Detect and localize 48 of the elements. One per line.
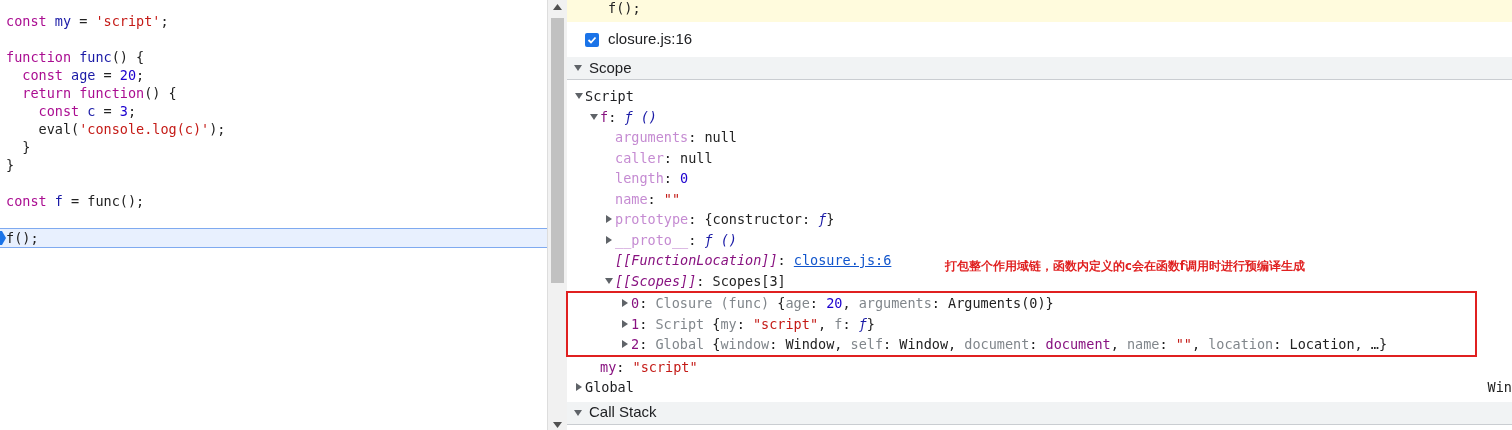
property-text: length: 0: [615, 169, 689, 189]
scope-value: Win: [1487, 378, 1512, 398]
expand-icon[interactable]: [575, 383, 583, 392]
property-text: [[Scopes]]: Scopes[3]: [615, 271, 786, 291]
code-line: const f = func();: [5, 192, 146, 210]
checkmark-icon: [587, 34, 597, 45]
property-text: [[FunctionLocation]]: closure.js:6: [615, 251, 892, 271]
code-line: const my = 'script';: [5, 12, 170, 30]
section-header[interactable]: Call Stack: [567, 401, 1512, 425]
breakpoint-checkbox[interactable]: [585, 32, 599, 47]
scrollbar-thumb[interactable]: [551, 18, 564, 283]
property-text: prototype: {constructor: ƒ}: [615, 210, 835, 230]
expand-icon[interactable]: [605, 235, 613, 244]
collapse-icon[interactable]: [575, 92, 583, 101]
property-text: 0: Closure (func) {age: 20, arguments: Arguments(0)}: [631, 294, 1054, 314]
code-line: const age = 20;: [21, 66, 146, 84]
scroll-up-icon[interactable]: [553, 4, 562, 10]
code-line: const c = 3;: [37, 102, 138, 120]
scroll-down-icon[interactable]: [553, 422, 562, 428]
code-line: }: [21, 138, 32, 156]
annotation-text: 打包整个作用域链，函数内定义的c会在函数f调用时进行预编译生成: [945, 258, 1305, 275]
expand-icon[interactable]: [605, 215, 613, 224]
code-line: eval('console.log(c)');: [37, 120, 227, 138]
property-text: 1: Script {my: "script", f: ƒ}: [631, 314, 875, 334]
collapse-icon[interactable]: [574, 408, 582, 417]
property-text: 2: Global {window: Window, self: Window, document: document, name: "", location: Location, …}: [631, 335, 1388, 355]
scope-label[interactable]: Script: [585, 86, 634, 107]
property-text: name: "": [615, 189, 681, 209]
collapse-icon[interactable]: [590, 112, 598, 121]
collapse-icon[interactable]: [574, 64, 582, 72]
expand-icon[interactable]: [621, 319, 629, 328]
property-text: f: ƒ (): [600, 107, 657, 127]
property-text: caller: null: [615, 148, 713, 168]
scrollbar[interactable]: [548, 0, 567, 430]
execution-arrow-icon: [0, 231, 6, 245]
code-line: function func() {: [5, 48, 146, 66]
code-line: return function() {: [21, 84, 178, 102]
section-header[interactable]: Scope: [567, 57, 1512, 80]
property-text: __proto__: ƒ (): [615, 230, 737, 250]
expand-icon[interactable]: [621, 299, 629, 308]
property-text: arguments: null: [615, 128, 737, 148]
expand-icon[interactable]: [621, 340, 629, 349]
breakpoint-label: closure.js:16: [608, 29, 693, 50]
property-text: my: "script": [600, 357, 698, 377]
code-line: }: [5, 156, 16, 174]
source-link[interactable]: closure.js:6: [793, 252, 892, 269]
collapse-icon[interactable]: [605, 276, 613, 285]
scope-label[interactable]: Global: [585, 377, 634, 398]
